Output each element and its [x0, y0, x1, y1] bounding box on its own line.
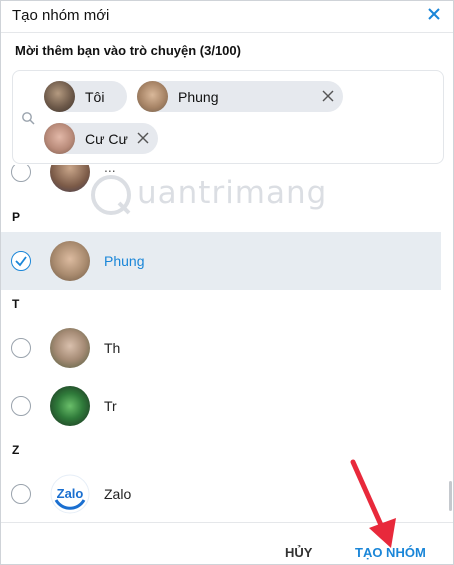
- watermark-text: uantrimang: [137, 175, 328, 211]
- avatar: [137, 81, 168, 112]
- zalo-logo-icon: Zalo: [50, 474, 90, 514]
- section-header-p: P: [12, 210, 21, 224]
- remove-chip-icon[interactable]: [136, 131, 150, 145]
- avatar: [50, 241, 90, 281]
- checkbox[interactable]: [11, 484, 31, 504]
- clover-avatar: [50, 386, 90, 426]
- list-item[interactable]: Phung: [1, 232, 441, 290]
- invite-subtitle: Mời thêm bạn vào trò chuyện (3/100): [15, 43, 241, 58]
- annotation-arrow-icon: [350, 459, 396, 548]
- contact-name: Tr: [104, 398, 117, 414]
- remove-chip-icon[interactable]: [321, 89, 335, 103]
- chip-toi: Tôi: [44, 81, 127, 112]
- checkbox[interactable]: [11, 396, 31, 416]
- chip-label: Tôi: [85, 88, 105, 105]
- search-icon: [22, 112, 35, 125]
- avatar: [44, 81, 75, 112]
- section-header-z: Z: [12, 443, 20, 457]
- scrollbar[interactable]: [446, 165, 453, 522]
- chip-label: Phung: [178, 88, 219, 105]
- scrollbar-thumb[interactable]: [449, 481, 452, 511]
- svg-text:Zalo: Zalo: [57, 486, 84, 501]
- contact-name: Phung: [104, 253, 145, 269]
- contact-name: Zalo: [104, 486, 132, 502]
- chip-label: Cư Cư: [85, 130, 128, 147]
- check-icon: [15, 256, 27, 267]
- checkbox[interactable]: [11, 165, 31, 182]
- checkbox[interactable]: [11, 338, 31, 358]
- create-group-dialog: Tạo nhóm mới Mời thêm bạn vào trò chuyện…: [0, 0, 454, 565]
- chip-cu-cu: Cư Cư: [44, 123, 158, 154]
- checkbox-checked[interactable]: [11, 251, 31, 271]
- cancel-button[interactable]: HỦY: [285, 545, 312, 560]
- dialog-header: Tạo nhóm mới: [1, 1, 453, 33]
- close-icon[interactable]: [425, 5, 443, 23]
- dialog-title: Tạo nhóm mới: [12, 7, 110, 24]
- watermark: uantrimang: [83, 173, 363, 217]
- list-item[interactable]: Tr: [1, 377, 441, 435]
- selected-members-box[interactable]: Tôi Phung Cư Cư: [12, 70, 444, 164]
- list-item[interactable]: Th: [1, 319, 441, 377]
- contact-name: Th: [104, 340, 121, 356]
- watermark-logo-icon: [91, 175, 131, 215]
- section-header-t: T: [12, 297, 20, 311]
- avatar: [44, 123, 75, 154]
- avatar: [50, 328, 90, 368]
- chip-phung: Phung: [137, 81, 343, 112]
